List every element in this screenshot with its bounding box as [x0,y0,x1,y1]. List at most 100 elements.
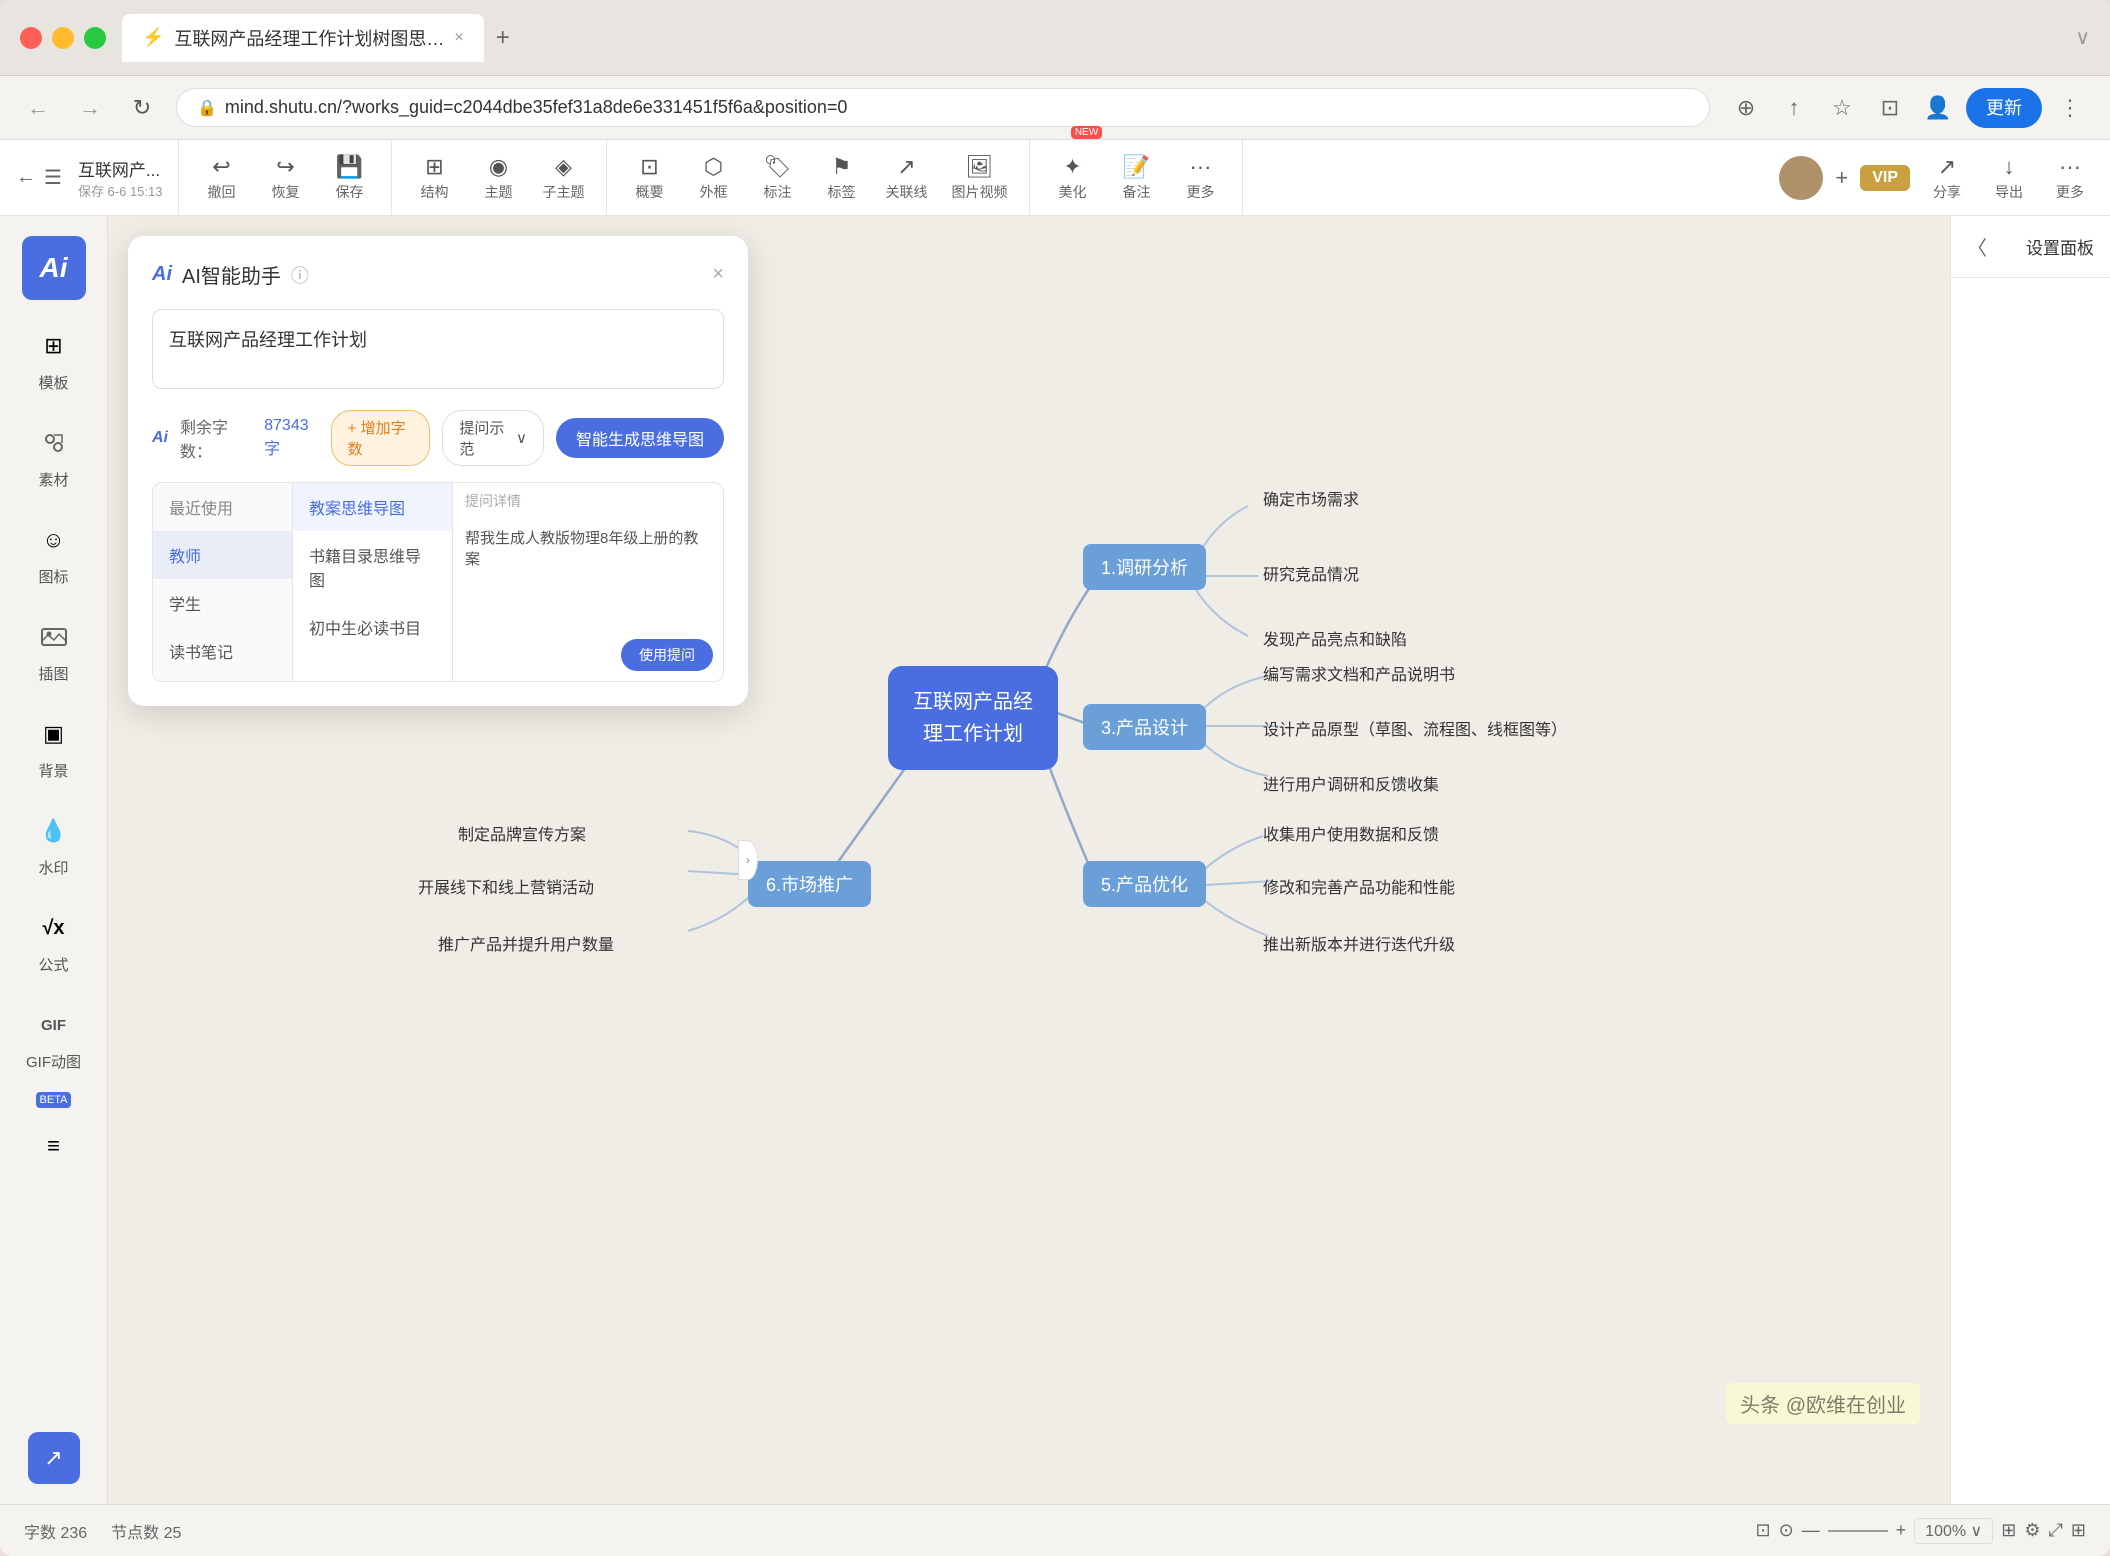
active-tab[interactable]: ⚡ 互联网产品经理工作计划树图思… × [122,14,484,62]
sidebar-item-material[interactable]: 素材 [9,409,99,502]
share-button[interactable]: ↑ [1774,88,1814,128]
prompt-example-button[interactable]: 提问示范 ∨ [442,410,544,466]
outer-frame-button[interactable]: ⬡ 外框 [683,146,743,210]
vip-button[interactable]: VIP [1860,165,1910,191]
generate-mindmap-button[interactable]: 智能生成思维导图 [556,418,724,458]
ai-panel-close-button[interactable]: × [712,263,724,286]
share-toolbar-button[interactable]: ↗ 分享 [1922,146,1972,210]
structure-button[interactable]: ⊞ 结构 [404,146,464,210]
reset-view-icon[interactable]: ⊙ [1779,1520,1794,1541]
category-student[interactable]: 学生 [153,579,292,627]
category-manager[interactable]: 管理者 [153,675,292,681]
prompt-detail: 提问详情 帮我生成人教版物理8年级上册的教案 使用提问 [453,483,723,681]
forward-button[interactable]: → [72,90,108,126]
template-lesson-plan[interactable]: 教案思维导图 [293,483,452,531]
new-tab-button[interactable]: + [496,24,510,52]
update-button[interactable]: 更新 [1966,88,2042,128]
settings-icon[interactable]: ⚙ [2024,1520,2040,1541]
outline-button[interactable]: ⊡ 概要 [619,146,679,210]
ai-panel-info-icon[interactable]: ⓘ [291,262,309,288]
category-recent[interactable]: 最近使用 [153,483,292,531]
undo-button[interactable]: ↩ 撤回 [191,146,251,210]
leaf-collect-data: 收集用户使用数据和反馈 [1263,821,1439,845]
leaf-user-research: 进行用户调研和反馈收集 [1263,771,1439,795]
back-button[interactable]: ← [20,90,56,126]
sub-theme-button[interactable]: ◈ 子主题 [532,146,594,210]
add-words-button[interactable]: + 增加字数 [331,410,431,466]
mindmap-canvas[interactable]: Ai AI智能助手 ⓘ × 互联网产品经理工作计划 Ai 剩余字数： 87343… [108,216,1950,1504]
toolbar-back-icon[interactable]: ← [16,166,36,189]
redo-button[interactable]: ↪ 恢复 [255,146,315,210]
use-prompt-button[interactable]: 使用提问 [621,639,713,671]
leaf-requirements: 编写需求文档和产品说明书 [1263,661,1455,685]
tab-close-button[interactable]: × [454,29,463,47]
theme-button[interactable]: ◉ 主题 [468,146,528,210]
category-list: 最近使用 教师 学生 读书笔记 [153,483,293,681]
avatar[interactable] [1779,156,1823,200]
zoom-in-button[interactable]: + [1896,1520,1907,1541]
branch-optimize[interactable]: 5.产品优化 [1083,861,1206,907]
leaf-improve-product: 修改和完善产品功能和性能 [1263,874,1455,898]
sidebar-item-icon[interactable]: ☺ 图标 [9,506,99,599]
toolbar-group-history: ↩ 撤回 ↪ 恢复 💾 保存 [179,140,392,215]
fit-screen-icon[interactable]: ⊡ [1755,1520,1770,1541]
refresh-button[interactable]: ↻ [124,90,160,126]
sidebar-item-template[interactable]: ⊞ 模板 [9,312,99,405]
share-bottom-button[interactable]: ↗ [28,1432,80,1484]
minimize-traffic-light[interactable] [52,27,74,49]
more2-button[interactable]: ··· 更多 [2046,146,2094,210]
grid-icon[interactable]: ⊞ [2071,1520,2086,1541]
bookmark-button[interactable]: ☆ [1822,88,1862,128]
branch-design[interactable]: 3.产品设计 [1083,704,1206,750]
template-list: 教案思维导图 书籍目录思维导图 初中生必读书目 [293,483,453,681]
zoom-slider[interactable] [1828,1530,1888,1532]
sidebar-item-illustration[interactable]: 插图 [9,603,99,696]
save-button[interactable]: 💾 保存 [319,146,379,210]
sidebar-item-formula[interactable]: √x 公式 [9,894,99,987]
zoom-percentage[interactable]: 100% ∨ [1914,1518,1993,1544]
toolbar-menu-icon[interactable]: ☰ [44,165,62,190]
leaf-market-demand: 确定市场需求 [1263,486,1359,510]
central-node[interactable]: 互联网产品经理工作计划 [888,666,1058,770]
account-button[interactable]: 👤 [1918,88,1958,128]
more-options-button[interactable]: ⋮ [2050,88,2090,128]
sidebar-item-background[interactable]: ▣ 背景 [9,700,99,793]
template-book-outline[interactable]: 书籍目录思维导图 [293,531,452,603]
close-traffic-light[interactable] [20,27,42,49]
illustration-icon [32,615,76,659]
ai-panel-input[interactable]: 互联网产品经理工作计划 [152,309,724,389]
branch-marketing[interactable]: 6.市场推广 [748,861,871,907]
panel-collapse-arrow[interactable]: › [738,840,758,880]
browser-chevron-down-icon[interactable]: ∨ [2075,25,2090,50]
add-collaborator-button[interactable]: + [1835,165,1848,191]
expand-icon[interactable]: ⤢ [2049,1520,2063,1541]
image-video-button[interactable]: 🖼 图片视频 [941,146,1017,210]
connect-button[interactable]: ↗ 关联线 [875,146,937,210]
more-toolbar-button[interactable]: ··· 更多 [1170,146,1230,210]
prompt-chevron-icon: ∨ [516,429,527,447]
outer-frame-icon: ⬡ [704,154,723,180]
label-button[interactable]: 🏷 标注 [747,146,807,210]
category-teacher[interactable]: 教师 [153,531,292,579]
prompt-detail-textarea[interactable]: 帮我生成人教版物理8年级上册的教案 [453,519,723,657]
translate-button[interactable]: ⊕ [1726,88,1766,128]
notes-button[interactable]: 📝 备注 [1106,146,1166,210]
view-button[interactable]: ⊡ [1870,88,1910,128]
settings-panel-collapse-icon[interactable]: 〈 [1967,232,1987,261]
zoom-out-button[interactable]: — [1802,1520,1820,1541]
category-reading[interactable]: 读书笔记 [153,627,292,675]
sidebar-item-watermark[interactable]: 💧 水印 [9,797,99,890]
connect-icon: ↗ [897,154,915,180]
label-icon: 🏷 [764,154,792,180]
sidebar-item-beta[interactable]: ≡ [9,1112,99,1180]
export-button[interactable]: ↓ 导出 [1984,146,2034,210]
sidebar-item-gif[interactable]: GIF GIF动图 [9,991,99,1084]
maximize-traffic-light[interactable] [84,27,106,49]
branch-research[interactable]: 1.调研分析 [1083,544,1206,590]
address-bar[interactable]: 🔒 mind.shutu.cn/?works_guid=c2044dbe35fe… [176,88,1710,127]
ai-assistant-icon[interactable]: Ai [22,236,86,300]
tag-button[interactable]: ⚑ 标签 [811,146,871,210]
template-reading-list[interactable]: 初中生必读书目 [293,603,452,651]
beautify-button[interactable]: ✦ 美化 NEW [1042,146,1102,210]
fullscreen-icon[interactable]: ⊞ [2001,1520,2016,1541]
